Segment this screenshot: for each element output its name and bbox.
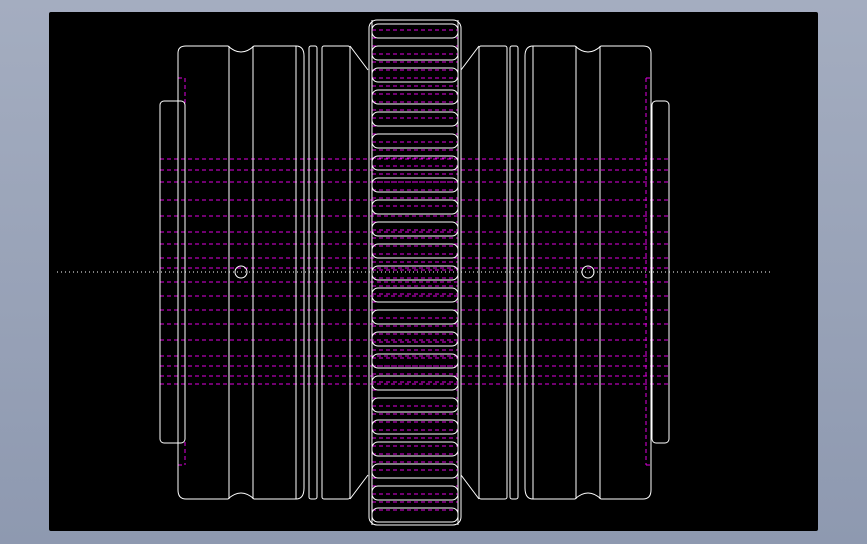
gear-tooth — [371, 397, 459, 413]
left-sleeve-chamfer — [349, 45, 369, 71]
gear-tooth — [371, 287, 459, 303]
visible-outline — [159, 19, 670, 526]
gear-tooth — [371, 375, 459, 391]
gear-tooth — [371, 23, 459, 39]
cad-viewport[interactable] — [49, 12, 818, 531]
hidden-lines — [160, 29, 668, 511]
gear-tooth — [371, 133, 459, 149]
gear-teeth — [371, 23, 459, 523]
gear-tooth — [371, 199, 459, 215]
gear-tooth — [371, 111, 459, 127]
right-hub-outline — [524, 45, 652, 500]
right-sleeve-chamfer — [460, 474, 480, 500]
gear-tooth — [371, 221, 459, 237]
cad-drawing — [57, 19, 772, 526]
right-shaft-flange — [651, 100, 670, 444]
gear-ring-outline — [368, 19, 462, 526]
left-sleeve-chamfer — [349, 474, 369, 500]
gear-tooth — [371, 485, 459, 501]
gear-tooth — [371, 463, 459, 479]
right-sleeve-chamfer — [460, 45, 480, 71]
gear-tooth — [371, 309, 459, 325]
gear-tooth — [371, 45, 459, 61]
